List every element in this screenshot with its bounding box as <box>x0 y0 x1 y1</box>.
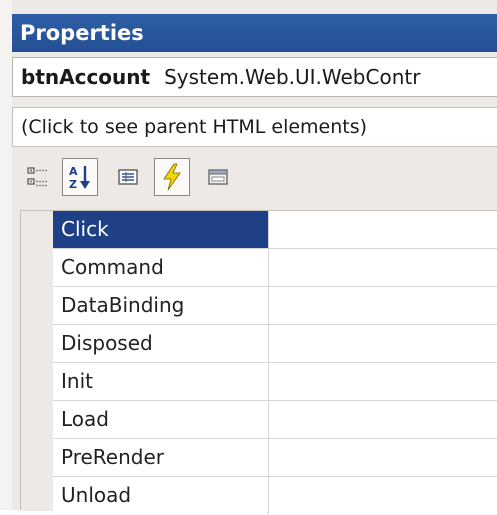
property-pages-button[interactable] <box>200 158 236 196</box>
categorized-icon <box>27 167 47 187</box>
svg-text:Z: Z <box>69 178 77 191</box>
event-row-click[interactable]: Click <box>53 211 497 249</box>
event-handler-field[interactable] <box>269 363 497 400</box>
event-handler-field[interactable] <box>269 477 497 514</box>
window-title-bar[interactable]: Properties <box>12 14 497 52</box>
event-row-prerender[interactable]: PreRender <box>53 439 497 477</box>
event-handler-field[interactable] <box>269 401 497 438</box>
property-pages-icon <box>208 169 228 185</box>
event-name: Unload <box>53 477 269 514</box>
event-handler-field[interactable] <box>269 211 497 248</box>
categorized-button[interactable] <box>20 158 56 196</box>
event-row-databinding[interactable]: DataBinding <box>53 287 497 325</box>
event-name: Command <box>53 249 269 286</box>
events-grid: Click Command DataBinding Disposed Init … <box>20 210 497 514</box>
event-handler-field[interactable] <box>269 325 497 362</box>
events-icon <box>163 163 181 191</box>
window-title: Properties <box>20 21 144 45</box>
properties-toolbar: A Z <box>12 152 497 204</box>
event-row-disposed[interactable]: Disposed <box>53 325 497 363</box>
event-row-init[interactable]: Init <box>53 363 497 401</box>
object-type: System.Web.UI.WebContr <box>164 65 421 89</box>
event-row-command[interactable]: Command <box>53 249 497 287</box>
event-handler-field[interactable] <box>269 439 497 476</box>
event-name: Disposed <box>53 325 269 362</box>
event-row-load[interactable]: Load <box>53 401 497 439</box>
object-selector-dropdown[interactable]: btnAccount System.Web.UI.WebContr <box>12 57 497 97</box>
window-edge <box>0 0 12 510</box>
event-handler-field[interactable] <box>269 249 497 286</box>
alphabetical-button[interactable]: A Z <box>62 158 98 196</box>
svg-text:A: A <box>69 165 78 178</box>
events-button[interactable] <box>154 158 190 196</box>
parent-elements-link[interactable]: (Click to see parent HTML elements) <box>12 107 497 147</box>
event-handler-field[interactable] <box>269 287 497 324</box>
event-name: Click <box>53 211 269 248</box>
properties-window: Properties btnAccount System.Web.UI.WebCo… <box>0 0 497 514</box>
event-row-unload[interactable]: Unload <box>53 477 497 515</box>
alphabetical-icon: A Z <box>69 165 90 191</box>
properties-button[interactable] <box>110 158 146 196</box>
parent-elements-text: (Click to see parent HTML elements) <box>21 116 368 138</box>
event-name: Load <box>53 401 269 438</box>
event-name: DataBinding <box>53 287 269 324</box>
event-name: PreRender <box>53 439 269 476</box>
event-name: Init <box>53 363 269 400</box>
grid-gutter <box>21 211 53 511</box>
object-name: btnAccount <box>21 65 151 89</box>
properties-icon <box>118 169 138 185</box>
